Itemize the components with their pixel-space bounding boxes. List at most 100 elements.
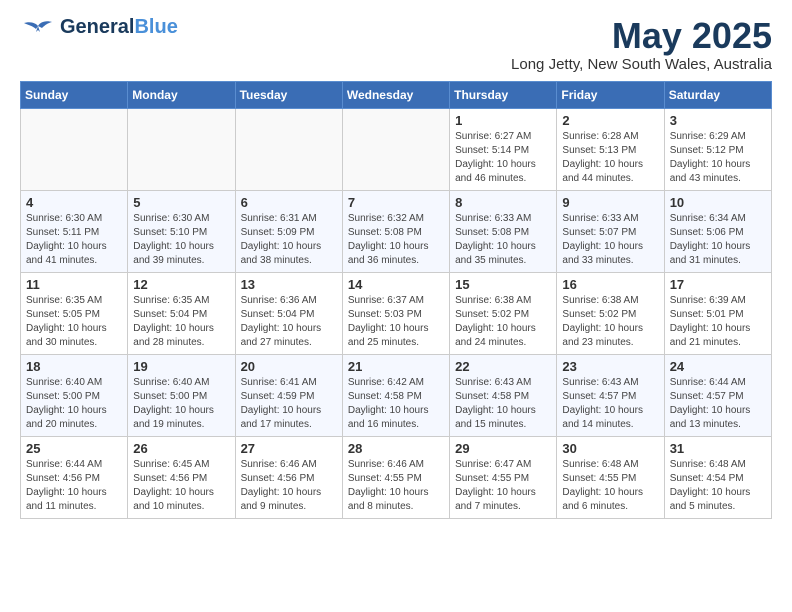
- day-number: 26: [133, 441, 229, 456]
- calendar-cell: 13 Sunrise: 6:36 AM Sunset: 5:04 PM Dayli…: [235, 272, 342, 354]
- day-info: Sunrise: 6:35 AM Sunset: 5:05 PM Dayligh…: [26, 294, 122, 350]
- calendar-cell: 31Sunrise: 6:48 AM Sunset: 4:54 PM Dayli…: [664, 436, 771, 518]
- day-info: Sunrise: 6:38 AM Sunset: 5:02 PM Dayligh…: [562, 294, 658, 350]
- day-number: 29: [455, 441, 551, 456]
- column-header-wednesday: Wednesday: [342, 81, 449, 108]
- calendar-cell: 6 Sunrise: 6:31 AM Sunset: 5:09 PM Daylig…: [235, 190, 342, 272]
- calendar-week-5: 25Sunrise: 6:44 AM Sunset: 4:56 PM Dayli…: [21, 436, 772, 518]
- day-info: Sunrise: 6:30 AM Sunset: 5:10 PM Dayligh…: [133, 212, 229, 268]
- day-info: Sunrise: 6:33 AM Sunset: 5:07 PM Dayligh…: [562, 212, 658, 268]
- location-text: Long Jetty, New South Wales, Australia: [511, 56, 772, 73]
- column-header-friday: Friday: [557, 81, 664, 108]
- day-info: Sunrise: 6:33 AM Sunset: 5:08 PM Dayligh…: [455, 212, 551, 268]
- title-block: May 2025 Long Jetty, New South Wales, Au…: [511, 16, 772, 73]
- calendar-cell: 28Sunrise: 6:46 AM Sunset: 4:55 PM Dayli…: [342, 436, 449, 518]
- calendar-week-3: 11 Sunrise: 6:35 AM Sunset: 5:05 PM Dayli…: [21, 272, 772, 354]
- day-info: Sunrise: 6:30 AM Sunset: 5:11 PM Dayligh…: [26, 212, 122, 268]
- day-info: Sunrise: 6:31 AM Sunset: 5:09 PM Dayligh…: [241, 212, 337, 268]
- calendar-cell: 30 Sunrise: 6:48 AM Sunset: 4:55 PM Dayli…: [557, 436, 664, 518]
- calendar-cell: 21Sunrise: 6:42 AM Sunset: 4:58 PM Dayli…: [342, 354, 449, 436]
- calendar-cell: 25Sunrise: 6:44 AM Sunset: 4:56 PM Dayli…: [21, 436, 128, 518]
- day-info: Sunrise: 6:44 AM Sunset: 4:57 PM Dayligh…: [670, 376, 766, 432]
- column-header-saturday: Saturday: [664, 81, 771, 108]
- calendar-cell: [235, 108, 342, 190]
- day-number: 30: [562, 441, 658, 456]
- day-info: Sunrise: 6:42 AM Sunset: 4:58 PM Dayligh…: [348, 376, 444, 432]
- calendar-cell: 23 Sunrise: 6:43 AM Sunset: 4:57 PM Dayli…: [557, 354, 664, 436]
- logo-blue-text: Blue: [134, 16, 177, 38]
- calendar-week-4: 18 Sunrise: 6:40 AM Sunset: 5:00 PM Dayli…: [21, 354, 772, 436]
- day-info: Sunrise: 6:48 AM Sunset: 4:55 PM Dayligh…: [562, 458, 658, 514]
- calendar-cell: 12Sunrise: 6:35 AM Sunset: 5:04 PM Dayli…: [128, 272, 235, 354]
- day-info: Sunrise: 6:34 AM Sunset: 5:06 PM Dayligh…: [670, 212, 766, 268]
- calendar-cell: 11 Sunrise: 6:35 AM Sunset: 5:05 PM Dayli…: [21, 272, 128, 354]
- day-number: 1: [455, 113, 551, 128]
- calendar-cell: 1 Sunrise: 6:27 AM Sunset: 5:14 PM Daylig…: [450, 108, 557, 190]
- calendar-header-row: SundayMondayTuesdayWednesdayThursdayFrid…: [21, 81, 772, 108]
- calendar-week-2: 4 Sunrise: 6:30 AM Sunset: 5:11 PM Daylig…: [21, 190, 772, 272]
- calendar-cell: 20Sunrise: 6:41 AM Sunset: 4:59 PM Dayli…: [235, 354, 342, 436]
- day-info: Sunrise: 6:46 AM Sunset: 4:55 PM Dayligh…: [348, 458, 444, 514]
- day-info: Sunrise: 6:43 AM Sunset: 4:57 PM Dayligh…: [562, 376, 658, 432]
- day-number: 10: [670, 195, 766, 210]
- day-info: Sunrise: 6:43 AM Sunset: 4:58 PM Dayligh…: [455, 376, 551, 432]
- calendar-week-1: 1 Sunrise: 6:27 AM Sunset: 5:14 PM Daylig…: [21, 108, 772, 190]
- day-number: 16: [562, 277, 658, 292]
- calendar-cell: 27 Sunrise: 6:46 AM Sunset: 4:56 PM Dayli…: [235, 436, 342, 518]
- logo-general-text: GeneralBlue: [60, 16, 178, 39]
- logo-bird-icon: [20, 18, 56, 38]
- day-number: 3: [670, 113, 766, 128]
- day-number: 17: [670, 277, 766, 292]
- day-info: Sunrise: 6:32 AM Sunset: 5:08 PM Dayligh…: [348, 212, 444, 268]
- day-number: 19: [133, 359, 229, 374]
- calendar-cell: 3Sunrise: 6:29 AM Sunset: 5:12 PM Daylig…: [664, 108, 771, 190]
- calendar-cell: 8Sunrise: 6:33 AM Sunset: 5:08 PM Daylig…: [450, 190, 557, 272]
- calendar-cell: 26 Sunrise: 6:45 AM Sunset: 4:56 PM Dayli…: [128, 436, 235, 518]
- day-info: Sunrise: 6:36 AM Sunset: 5:04 PM Dayligh…: [241, 294, 337, 350]
- day-info: Sunrise: 6:40 AM Sunset: 5:00 PM Dayligh…: [26, 376, 122, 432]
- day-number: 2: [562, 113, 658, 128]
- day-info: Sunrise: 6:37 AM Sunset: 5:03 PM Dayligh…: [348, 294, 444, 350]
- day-number: 24: [670, 359, 766, 374]
- day-number: 22: [455, 359, 551, 374]
- calendar-cell: 14 Sunrise: 6:37 AM Sunset: 5:03 PM Dayli…: [342, 272, 449, 354]
- day-info: Sunrise: 6:40 AM Sunset: 5:00 PM Dayligh…: [133, 376, 229, 432]
- day-number: 13: [241, 277, 337, 292]
- calendar-table: SundayMondayTuesdayWednesdayThursdayFrid…: [20, 81, 772, 519]
- column-header-tuesday: Tuesday: [235, 81, 342, 108]
- day-number: 23: [562, 359, 658, 374]
- calendar-cell: 10 Sunrise: 6:34 AM Sunset: 5:06 PM Dayli…: [664, 190, 771, 272]
- day-number: 18: [26, 359, 122, 374]
- column-header-monday: Monday: [128, 81, 235, 108]
- day-number: 27: [241, 441, 337, 456]
- day-number: 14: [348, 277, 444, 292]
- calendar-cell: 7Sunrise: 6:32 AM Sunset: 5:08 PM Daylig…: [342, 190, 449, 272]
- day-info: Sunrise: 6:45 AM Sunset: 4:56 PM Dayligh…: [133, 458, 229, 514]
- month-title: May 2025: [511, 16, 772, 56]
- page-header: GeneralBlue May 2025 Long Jetty, New Sou…: [20, 16, 772, 73]
- day-number: 25: [26, 441, 122, 456]
- day-number: 20: [241, 359, 337, 374]
- calendar-cell: 9 Sunrise: 6:33 AM Sunset: 5:07 PM Daylig…: [557, 190, 664, 272]
- column-header-thursday: Thursday: [450, 81, 557, 108]
- column-header-sunday: Sunday: [21, 81, 128, 108]
- day-info: Sunrise: 6:27 AM Sunset: 5:14 PM Dayligh…: [455, 130, 551, 186]
- day-number: 9: [562, 195, 658, 210]
- calendar-cell: 5 Sunrise: 6:30 AM Sunset: 5:10 PM Daylig…: [128, 190, 235, 272]
- calendar-cell: 19 Sunrise: 6:40 AM Sunset: 5:00 PM Dayli…: [128, 354, 235, 436]
- day-info: Sunrise: 6:46 AM Sunset: 4:56 PM Dayligh…: [241, 458, 337, 514]
- day-info: Sunrise: 6:38 AM Sunset: 5:02 PM Dayligh…: [455, 294, 551, 350]
- calendar-cell: 22 Sunrise: 6:43 AM Sunset: 4:58 PM Dayli…: [450, 354, 557, 436]
- day-number: 4: [26, 195, 122, 210]
- calendar-cell: 4 Sunrise: 6:30 AM Sunset: 5:11 PM Daylig…: [21, 190, 128, 272]
- calendar-cell: 24 Sunrise: 6:44 AM Sunset: 4:57 PM Dayli…: [664, 354, 771, 436]
- calendar-cell: 17Sunrise: 6:39 AM Sunset: 5:01 PM Dayli…: [664, 272, 771, 354]
- day-number: 11: [26, 277, 122, 292]
- day-info: Sunrise: 6:28 AM Sunset: 5:13 PM Dayligh…: [562, 130, 658, 186]
- logo: GeneralBlue: [20, 16, 178, 39]
- day-info: Sunrise: 6:48 AM Sunset: 4:54 PM Dayligh…: [670, 458, 766, 514]
- day-number: 5: [133, 195, 229, 210]
- day-number: 6: [241, 195, 337, 210]
- calendar-cell: [21, 108, 128, 190]
- calendar-cell: [128, 108, 235, 190]
